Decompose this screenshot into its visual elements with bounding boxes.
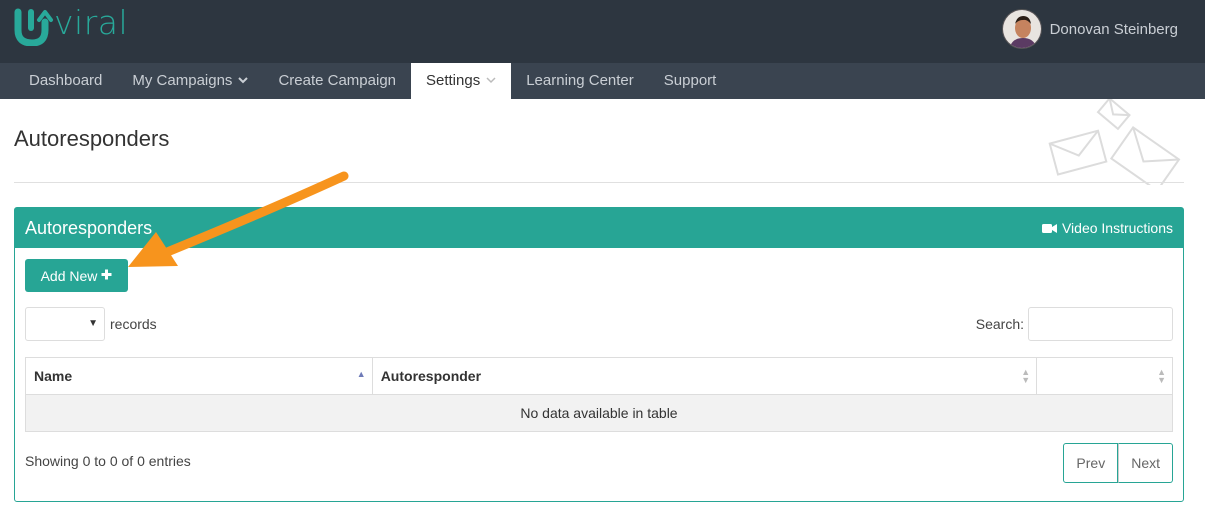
column-autoresponder-header[interactable]: Autoresponder ▲ ▼ (371, 357, 1038, 395)
nav-dashboard[interactable]: Dashboard (14, 63, 117, 99)
sort-ascending-icon: ▲ (356, 369, 366, 379)
user-menu[interactable]: Donovan Steinberg (1001, 9, 1178, 49)
records-per-page-select[interactable]: ▼ (25, 307, 105, 341)
video-camera-icon (1041, 223, 1057, 233)
autoresponders-table: Name ▲ Autoresponder ▲ ▼ ▲ ▼ No data avail… (25, 357, 1173, 432)
plus-icon (101, 267, 112, 284)
nav-my-campaigns[interactable]: My Campaigns (117, 63, 263, 99)
column-header-label: Autoresponder (380, 368, 482, 384)
avatar[interactable] (1001, 9, 1042, 49)
empty-table-message: No data available in table (25, 394, 1173, 432)
nav-label: Settings (426, 72, 481, 89)
table-header-row: Name ▲ Autoresponder ▲ ▼ ▲ ▼ (25, 357, 1173, 395)
nav-learning-center[interactable]: Learning Center (511, 63, 649, 99)
main-nav: Dashboard My Campaigns Create Campaign S… (0, 63, 1205, 99)
chevron-down-icon (486, 63, 496, 99)
sort-both-icon: ▲ ▼ (1021, 367, 1031, 385)
sort-both-icon: ▲ ▼ (1157, 367, 1166, 385)
add-new-button[interactable]: Add New (25, 259, 128, 292)
top-bar: viral Donovan Steinberg (0, 0, 1205, 63)
video-instructions-link[interactable]: Video Instructions (1041, 220, 1173, 236)
chevron-down-icon (238, 63, 249, 99)
nav-settings[interactable]: Settings (411, 63, 512, 99)
next-page-button[interactable]: Next (1118, 443, 1173, 483)
upviral-logo[interactable]: viral (14, 6, 128, 50)
column-actions-header[interactable]: ▲ ▼ (1036, 357, 1173, 395)
column-name-header[interactable]: Name ▲ (25, 357, 373, 395)
user-name[interactable]: Donovan Steinberg (1050, 21, 1178, 38)
avatar-image (1002, 10, 1041, 48)
search-control: Search: (976, 307, 1173, 341)
nav-label: My Campaigns (132, 72, 233, 89)
logo-text: viral (54, 3, 129, 42)
panel-heading: Autoresponders Video Instructions (15, 208, 1183, 248)
nav-support[interactable]: Support (649, 63, 732, 99)
nav-label: Learning Center (526, 72, 634, 89)
search-label: Search: (975, 316, 1024, 332)
video-instructions-label: Video Instructions (1061, 220, 1173, 236)
dropdown-arrow-icon: ▼ (88, 318, 98, 329)
prev-page-button[interactable]: Prev (1063, 443, 1119, 483)
panel-title: Autoresponders (25, 217, 153, 238)
records-label: records (110, 316, 157, 332)
table-row: No data available in table (25, 394, 1173, 432)
envelopes-decoration-icon (1048, 99, 1181, 185)
nav-label: Dashboard (29, 72, 103, 89)
nav-label: Create Campaign (278, 72, 396, 89)
search-input[interactable] (1028, 307, 1173, 341)
autoresponders-panel: Autoresponders Video Instructions Add Ne… (14, 207, 1184, 502)
add-new-label: Add New (40, 267, 98, 284)
table-info: Showing 0 to 0 of 0 entries (25, 453, 191, 469)
logo-u-icon (14, 8, 53, 46)
column-header-label: Name (34, 368, 73, 384)
title-divider (14, 182, 1184, 183)
pagination: Prev Next (1063, 443, 1173, 483)
records-length-control: ▼ records (25, 307, 157, 341)
page-title: Autoresponders (14, 126, 170, 151)
nav-create-campaign[interactable]: Create Campaign (263, 63, 411, 99)
nav-label: Support (663, 72, 717, 89)
